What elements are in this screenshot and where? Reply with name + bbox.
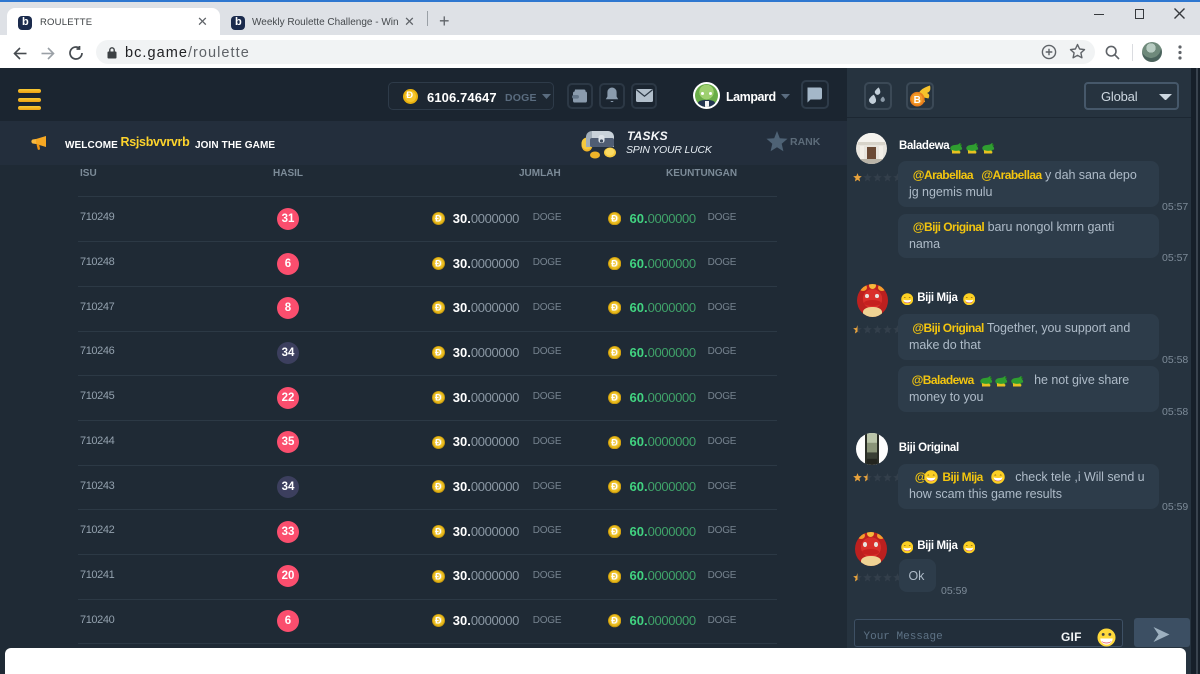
svg-text:Đ: Đ	[611, 616, 618, 626]
svg-text:Đ: Đ	[435, 482, 441, 492]
svg-text:Đ: Đ	[435, 526, 441, 536]
svg-text:Đ: Đ	[611, 482, 618, 492]
svg-text:Đ: Đ	[611, 527, 618, 537]
svg-text:Đ: Đ	[611, 303, 618, 313]
svg-text:Đ: Đ	[435, 214, 441, 224]
svg-text:Đ: Đ	[435, 303, 441, 313]
svg-text:B: B	[913, 95, 920, 106]
svg-text:Đ: Đ	[435, 392, 441, 402]
svg-text:Đ: Đ	[435, 258, 441, 268]
svg-text:Đ: Đ	[435, 437, 441, 447]
svg-text:Đ: Đ	[435, 571, 441, 581]
svg-text:Đ: Đ	[611, 348, 618, 358]
svg-text:Đ: Đ	[611, 437, 618, 447]
svg-text:Đ: Đ	[435, 348, 441, 358]
svg-text:Đ: Đ	[611, 393, 618, 403]
svg-text:Đ: Đ	[611, 214, 618, 224]
svg-text:Đ: Đ	[435, 616, 441, 626]
svg-text:Đ: Đ	[611, 571, 618, 581]
svg-text:Đ: Đ	[611, 258, 618, 268]
